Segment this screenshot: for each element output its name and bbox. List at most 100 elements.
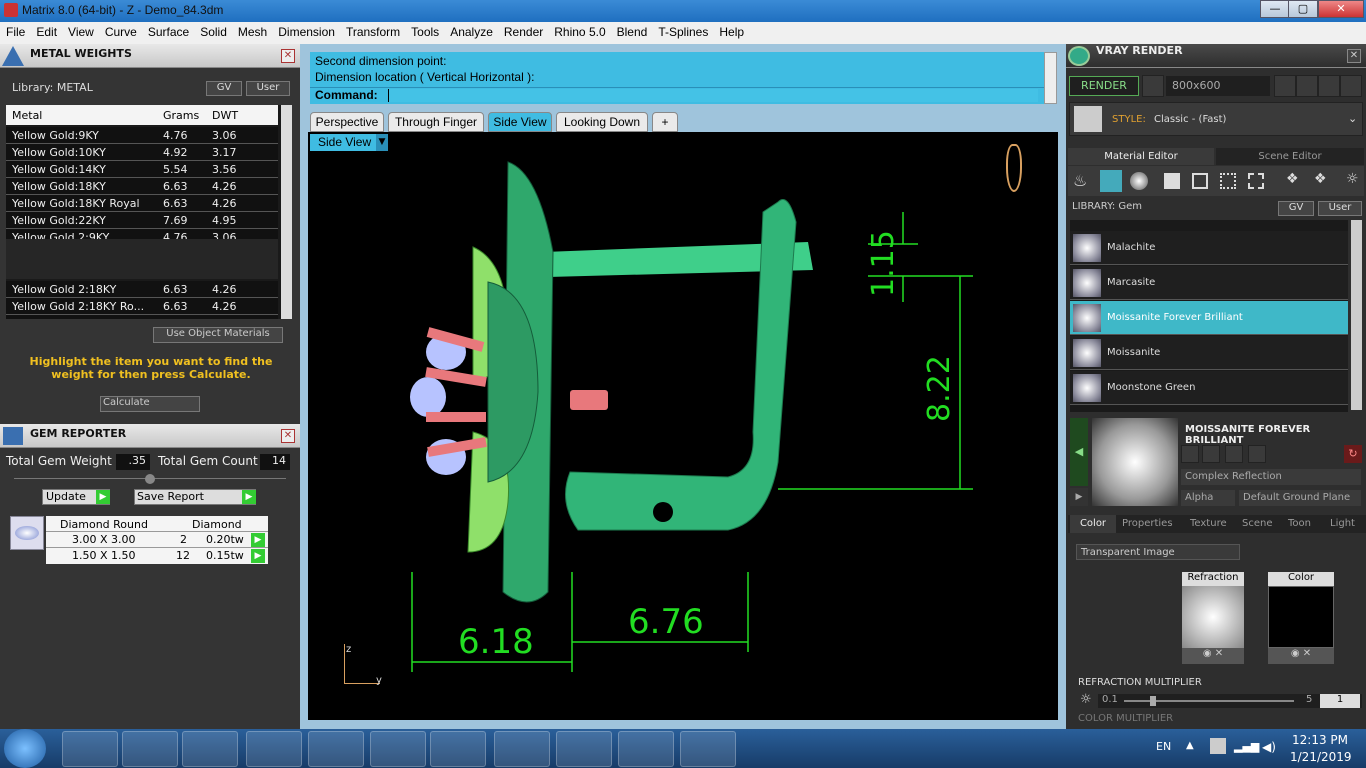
menu-analyze[interactable]: Analyze bbox=[444, 22, 498, 39]
use-object-materials-checkbox[interactable]: Use Object Materials bbox=[153, 327, 283, 343]
volume-icon[interactable]: ◀) bbox=[1262, 740, 1276, 754]
network-icon[interactable] bbox=[1210, 738, 1226, 754]
user-toggle[interactable]: User bbox=[1318, 201, 1362, 216]
rewind-icon[interactable] bbox=[1274, 75, 1296, 97]
menu-tsplines[interactable]: T-Splines bbox=[652, 22, 713, 39]
paint-icon[interactable] bbox=[680, 731, 736, 767]
square-icon[interactable] bbox=[1164, 173, 1180, 189]
list-icon[interactable] bbox=[1318, 75, 1340, 97]
command-input[interactable] bbox=[388, 89, 1038, 102]
texture-icon[interactable] bbox=[1192, 173, 1208, 189]
menu-curve[interactable]: Curve bbox=[99, 22, 142, 39]
splitter-handle[interactable] bbox=[145, 474, 155, 484]
table-row[interactable]: Yellow Gold 2:18KY Ro... 6.63 4.26 bbox=[6, 298, 278, 315]
table-row[interactable]: Yellow Gold:14KY 5.54 3.56 bbox=[6, 161, 278, 178]
control-panel-icon[interactable] bbox=[618, 731, 674, 767]
table-row[interactable]: Yellow Gold 2:9KY 4.76 3.06 bbox=[6, 229, 278, 239]
gv-toggle[interactable]: GV bbox=[1278, 201, 1314, 216]
gv-toggle[interactable]: GV bbox=[206, 81, 242, 96]
close-icon[interactable]: ✕ bbox=[281, 49, 295, 63]
tab-perspective[interactable]: Perspective bbox=[310, 112, 384, 132]
menu-mesh[interactable]: Mesh bbox=[232, 22, 272, 39]
tab-side-view[interactable]: Side View bbox=[488, 112, 552, 132]
chevron-down-icon[interactable]: ⌄ bbox=[1348, 112, 1357, 125]
style-bar[interactable]: STYLE: Classic - (Fast) ⌄ bbox=[1069, 102, 1363, 136]
menu-blend[interactable]: Blend bbox=[611, 22, 653, 39]
camera-icon[interactable] bbox=[1142, 75, 1164, 97]
menu-tools[interactable]: Tools bbox=[405, 22, 444, 39]
signal-icon[interactable]: ▂▄▆ bbox=[1234, 740, 1259, 753]
tray-arrow-icon[interactable]: ▲ bbox=[1186, 740, 1194, 751]
tab-scene[interactable]: Scene bbox=[1242, 518, 1273, 529]
table-row[interactable]: Yellow Gold:18KY 6.63 4.26 bbox=[6, 178, 278, 195]
table-row[interactable]: 3.00 X 3.00 2 0.20tw bbox=[46, 532, 268, 548]
tab-material-editor[interactable]: Material Editor bbox=[1068, 148, 1214, 165]
play-icon[interactable]: ▶ bbox=[251, 533, 265, 547]
ground-plane-toggle[interactable]: Default Ground Plane bbox=[1239, 490, 1361, 506]
pattern-icon[interactable] bbox=[1220, 173, 1236, 189]
refraction-controls[interactable]: ◉ ✕ bbox=[1182, 648, 1244, 664]
notes-icon[interactable] bbox=[494, 731, 550, 767]
tab-texture[interactable]: Texture bbox=[1190, 518, 1227, 529]
table-row[interactable]: Yellow Gold:10KY 4.92 3.17 bbox=[6, 144, 278, 161]
close-button[interactable]: ✕ bbox=[1318, 0, 1364, 18]
menu-edit[interactable]: Edit bbox=[30, 22, 62, 39]
save-report-button[interactable]: Save Report bbox=[134, 489, 256, 505]
tab-light[interactable]: Light bbox=[1330, 518, 1355, 529]
color-swatch[interactable] bbox=[1268, 586, 1334, 648]
material-scrollbar[interactable] bbox=[1351, 220, 1362, 410]
alpha-toggle[interactable]: Alpha bbox=[1181, 490, 1235, 506]
tab-toon[interactable]: Toon bbox=[1288, 518, 1311, 529]
refraction-swatch[interactable] bbox=[1182, 586, 1244, 648]
list-item[interactable]: Moissanite bbox=[1070, 336, 1348, 370]
menu-solid[interactable]: Solid bbox=[194, 22, 232, 39]
transparent-image-select[interactable]: Transparent Image bbox=[1076, 544, 1240, 560]
metal-scrollbar[interactable] bbox=[281, 105, 292, 319]
export-icon[interactable]: ❖ bbox=[1314, 171, 1327, 187]
table-row[interactable]: Yellow Gold:18KY Royal 6.63 4.26 bbox=[6, 195, 278, 212]
language-indicator[interactable]: EN bbox=[1156, 740, 1171, 753]
menu-surface[interactable]: Surface bbox=[142, 22, 194, 39]
calculate-button[interactable]: Calculate bbox=[100, 396, 200, 412]
noise-icon[interactable] bbox=[1248, 173, 1264, 189]
tab-through-finger[interactable]: Through Finger bbox=[388, 112, 484, 132]
grid-icon[interactable] bbox=[1296, 75, 1318, 97]
col-grams[interactable]: Grams bbox=[163, 109, 199, 122]
table-row[interactable]: Yellow Gold:22KY 7.69 4.95 bbox=[6, 212, 278, 229]
save-icon[interactable] bbox=[1181, 445, 1199, 463]
photos-icon[interactable] bbox=[430, 731, 486, 767]
menu-dimension[interactable]: Dimension bbox=[272, 22, 340, 39]
copy-icon[interactable] bbox=[1202, 445, 1220, 463]
refresh-icon[interactable]: ↻ bbox=[1344, 445, 1362, 463]
list-item[interactable]: Malachite bbox=[1070, 231, 1348, 265]
minimize-button[interactable]: — bbox=[1260, 0, 1290, 18]
close-icon[interactable]: ✕ bbox=[281, 429, 295, 443]
expand-left-icon[interactable]: ◀ bbox=[1070, 418, 1088, 486]
user-toggle[interactable]: User bbox=[246, 81, 290, 96]
col-metal[interactable]: Metal bbox=[12, 109, 42, 122]
expand-right-icon[interactable]: ▶ bbox=[1070, 488, 1088, 506]
clock-date[interactable]: 1/21/2019 bbox=[1290, 750, 1352, 764]
table-row[interactable]: Yellow Gold 2:18KY 6.63 4.26 bbox=[6, 281, 278, 298]
maximize-button[interactable]: ▢ bbox=[1288, 0, 1318, 18]
close-icon[interactable]: ✕ bbox=[1347, 49, 1361, 63]
app-icon[interactable] bbox=[246, 731, 302, 767]
col-dwt[interactable]: DWT bbox=[212, 109, 238, 122]
import-icon[interactable]: ❖ bbox=[1286, 171, 1299, 187]
fire-icon[interactable]: ♨ bbox=[1073, 171, 1087, 190]
resolution-select[interactable]: 800x600 bbox=[1166, 76, 1270, 96]
list-item[interactable]: Moonstone Green bbox=[1070, 371, 1348, 405]
lines-icon[interactable] bbox=[1340, 75, 1362, 97]
media-player-icon[interactable] bbox=[182, 731, 238, 767]
table-row[interactable]: Yellow Gold:9KY 4.76 3.06 bbox=[6, 127, 278, 144]
play-icon[interactable]: ▶ bbox=[251, 549, 265, 563]
paste-icon[interactable] bbox=[1225, 445, 1243, 463]
list-item[interactable]: Marcasite bbox=[1070, 266, 1348, 300]
viber-icon[interactable] bbox=[308, 731, 364, 767]
command-scrollbar[interactable] bbox=[1044, 52, 1057, 104]
menu-file[interactable]: File bbox=[0, 22, 30, 39]
side-view-viewport[interactable]: Side View ▼ 1.15 8.22 6.18 6.76 z y bbox=[308, 132, 1058, 720]
menu-transform[interactable]: Transform bbox=[340, 22, 405, 39]
menu-render[interactable]: Render bbox=[498, 22, 548, 39]
tab-looking-down[interactable]: Looking Down bbox=[556, 112, 648, 132]
